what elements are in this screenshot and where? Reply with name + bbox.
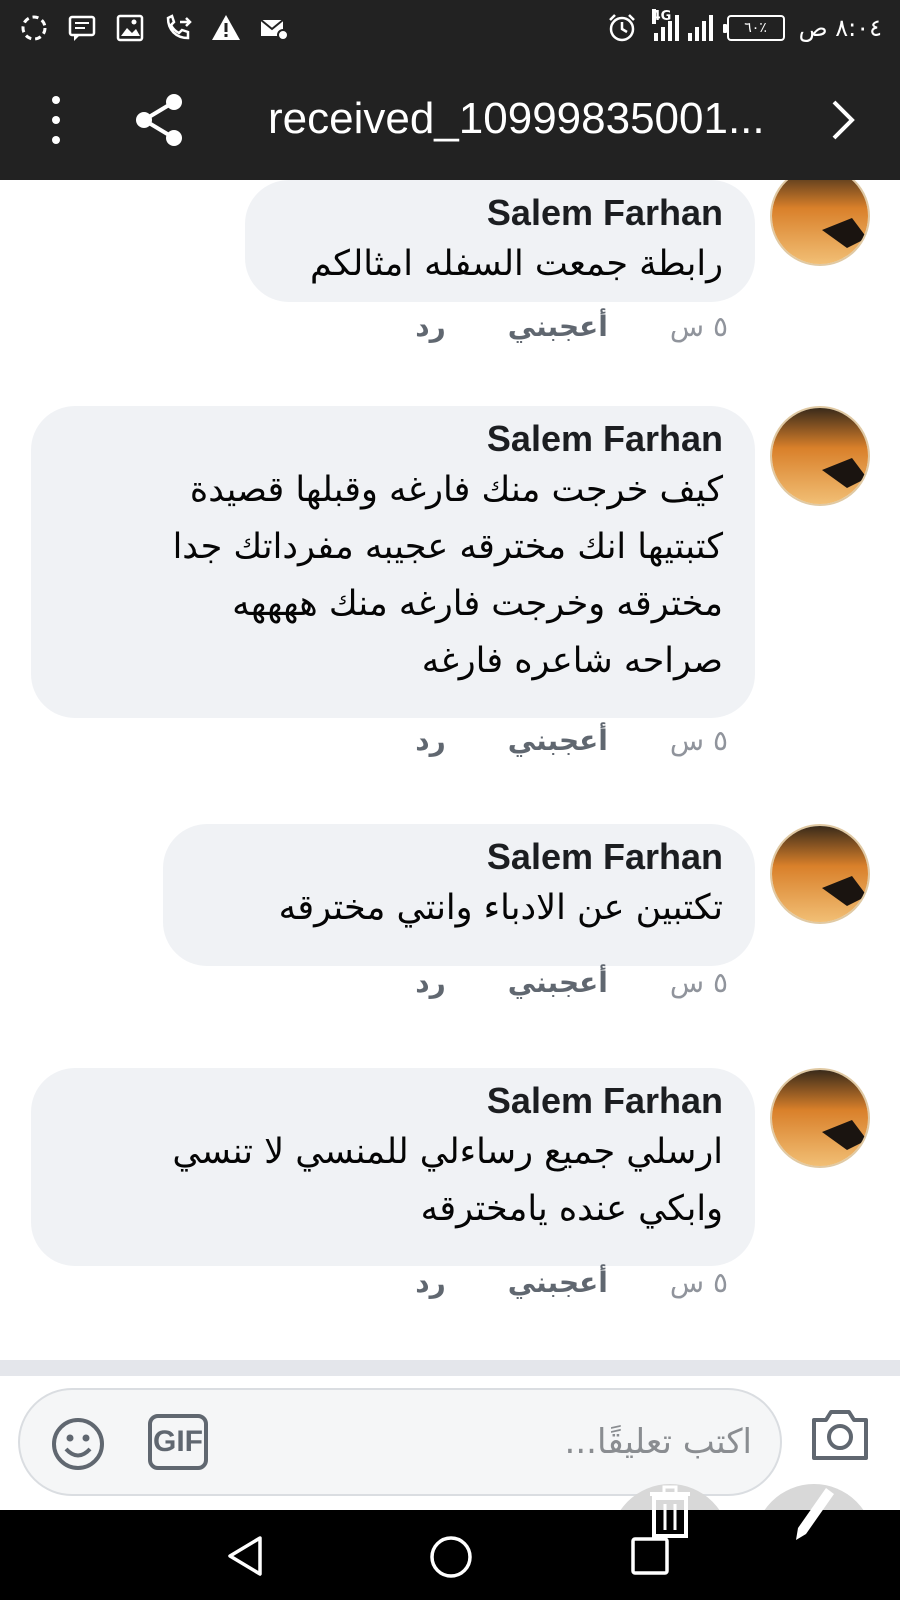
avatar[interactable] [770, 406, 870, 506]
status-bar: 4G ٦٠٪ ٨:٠٤ ص [0, 0, 900, 60]
reply-button[interactable]: رد [415, 966, 446, 999]
comment-list[interactable]: Salem Farhan رابطة جمعت السفله امثالكم ٥… [0, 180, 900, 1362]
nav-home-icon[interactable] [428, 1534, 474, 1580]
avatar-image [772, 180, 868, 264]
notification-icons [18, 12, 290, 44]
share-icon[interactable] [132, 92, 188, 148]
comment-composer: GIF [0, 1376, 900, 1512]
like-button[interactable]: أعجبني [508, 724, 608, 757]
comment-actions: ٥ س أعجبني رد [415, 724, 728, 757]
camera-icon[interactable] [808, 1406, 872, 1462]
like-button[interactable]: أعجبني [508, 310, 608, 343]
more-vert-icon[interactable] [38, 92, 74, 148]
comment-actions: ٥ س أعجبني رد [415, 310, 728, 343]
divider [0, 1360, 900, 1376]
comment-time: ٥ س [669, 724, 728, 757]
comment-text-line: وابكي عنده يامخترقه [420, 1189, 723, 1229]
composer-field[interactable]: GIF [18, 1388, 782, 1496]
comment-actions: ٥ س أعجبني رد [415, 966, 728, 999]
like-button[interactable]: أعجبني [508, 966, 608, 999]
comment-text-line: كتبتيها انك مخترقه عجيبه مفرداتك جدا [172, 527, 723, 567]
smiley-icon[interactable] [50, 1416, 106, 1472]
nav-back-icon[interactable] [224, 1534, 268, 1578]
warning-icon [212, 15, 240, 40]
comment-author[interactable]: Salem Farhan [63, 1078, 723, 1124]
reply-button[interactable]: رد [415, 724, 446, 757]
nav-recent-icon[interactable] [630, 1536, 670, 1576]
alarm-icon [608, 14, 635, 42]
system-nav-bar [0, 1510, 900, 1600]
comment-bubble[interactable]: Salem Farhan ارسلي جميع رساءلي للمنسي لا… [31, 1068, 755, 1266]
comment-item: Salem Farhan كيف خرجت منك فارغه وقبلها ق… [0, 406, 900, 786]
avatar-image [772, 1070, 868, 1166]
sync-icon [21, 15, 47, 41]
comment-item: Salem Farhan رابطة جمعت السفله امثالكم ٥… [0, 180, 900, 380]
chevron-right-icon[interactable] [820, 96, 868, 144]
comment-author[interactable]: Salem Farhan [195, 834, 723, 880]
comment-text-line: ارسلي جميع رساءلي للمنسي لا تنسي [172, 1132, 723, 1172]
comment-item: Salem Farhan ارسلي جميع رساءلي للمنسي لا… [0, 1068, 900, 1338]
file-title: received_10999835001... [268, 94, 765, 143]
comment-actions: ٥ س أعجبني رد [415, 1266, 728, 1299]
comment-input[interactable] [232, 1414, 752, 1470]
comment-bubble[interactable]: Salem Farhan كيف خرجت منك فارغه وقبلها ق… [31, 406, 755, 718]
pencil-icon[interactable] [792, 1484, 836, 1544]
reply-button[interactable]: رد [415, 1266, 446, 1299]
image-icon [116, 14, 144, 42]
battery-indicator: ٦٠٪ [722, 15, 785, 41]
comment-item: Salem Farhan تكتبين عن الادباء وانتي مخت… [0, 824, 900, 1024]
reply-button[interactable]: رد [415, 310, 446, 343]
network-type: 4G [651, 9, 672, 24]
comment-author[interactable]: Salem Farhan [63, 416, 723, 462]
comment-text: رابطة جمعت السفله امثالكم [310, 244, 723, 284]
trash-icon[interactable] [648, 1484, 692, 1540]
comment-bubble[interactable]: Salem Farhan تكتبين عن الادباء وانتي مخت… [163, 824, 755, 966]
message-icon [68, 15, 96, 41]
call-forward-icon [166, 14, 192, 40]
comment-time: ٥ س [669, 310, 728, 343]
comment-time: ٥ س [669, 1266, 728, 1299]
like-button[interactable]: أعجبني [508, 1266, 608, 1299]
avatar[interactable] [770, 180, 870, 266]
avatar-image [772, 826, 868, 922]
comment-bubble[interactable]: Salem Farhan رابطة جمعت السفله امثالكم [245, 180, 755, 302]
comment-time: ٥ س [669, 966, 728, 999]
comment-text-line: صراحه شاعره فارغه [421, 641, 723, 681]
avatar-image [772, 408, 868, 504]
comment-text-line: مخترقه وخرجت فارغه منك ههههه [232, 584, 723, 624]
system-status: 4G ٦٠٪ ٨:٠٤ ص [606, 9, 882, 44]
app-bar: received_10999835001... [0, 60, 900, 180]
avatar[interactable] [770, 1068, 870, 1168]
comment-text: تكتبين عن الادباء وانتي مخترقه [278, 888, 723, 928]
gif-button[interactable]: GIF [148, 1414, 208, 1470]
avatar[interactable] [770, 824, 870, 924]
mail-settings-icon [260, 19, 289, 41]
signal-icon: 4G [651, 9, 713, 41]
comment-text-line: كيف خرجت منك فارغه وقبلها قصيدة [189, 470, 723, 510]
comment-author[interactable]: Salem Farhan [277, 190, 723, 236]
clock: ٨:٠٤ ص [798, 14, 882, 42]
